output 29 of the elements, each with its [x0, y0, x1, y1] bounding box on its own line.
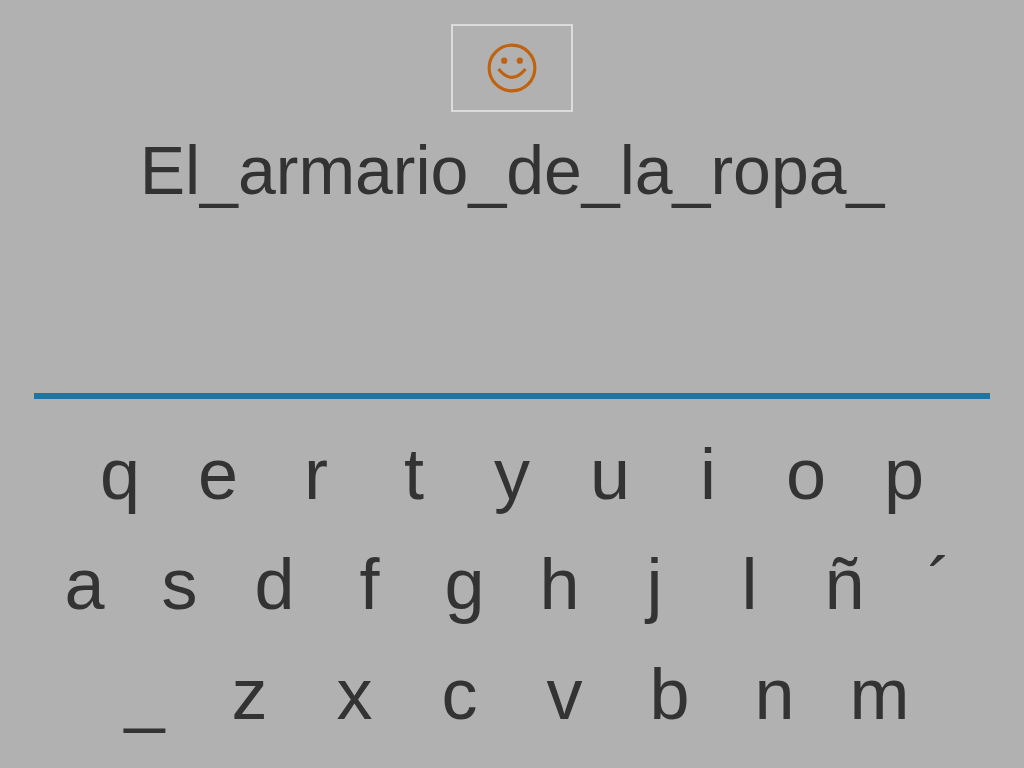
letter-key[interactable]: q — [71, 429, 169, 519]
smiley-icon — [486, 42, 538, 94]
letter-key[interactable]: a — [37, 539, 132, 629]
letter-key[interactable]: f — [322, 539, 417, 629]
letter-key[interactable]: n — [722, 649, 827, 739]
phrase-text: El_armario_de_la_ropa_ — [139, 131, 885, 210]
letter-key[interactable]: u — [561, 429, 659, 519]
letter-key[interactable]: v — [512, 649, 617, 739]
letter-key[interactable]: l — [702, 539, 797, 629]
letter-key[interactable]: x — [302, 649, 407, 739]
letter-key[interactable]: e — [169, 429, 267, 519]
letter-key[interactable]: o — [757, 429, 855, 519]
letter-key[interactable]: j — [607, 539, 702, 629]
letter-key[interactable]: y — [463, 429, 561, 519]
letter-key[interactable]: _ — [92, 649, 197, 739]
letter-key[interactable]: z — [197, 649, 302, 739]
letter-key[interactable]: c — [407, 649, 512, 739]
letter-key[interactable]: m — [827, 649, 932, 739]
letter-key[interactable]: t — [365, 429, 463, 519]
letter-key[interactable]: s — [132, 539, 227, 629]
letter-key[interactable]: i — [659, 429, 757, 519]
letter-key[interactable]: ñ — [797, 539, 892, 629]
letter-key[interactable]: b — [617, 649, 722, 739]
letter-key[interactable]: p — [855, 429, 953, 519]
letter-key[interactable]: g — [417, 539, 512, 629]
letter-key[interactable]: d — [227, 539, 322, 629]
letter-key[interactable]: r — [267, 429, 365, 519]
letter-key[interactable]: h — [512, 539, 607, 629]
letter-key[interactable]: ´ — [892, 539, 987, 629]
